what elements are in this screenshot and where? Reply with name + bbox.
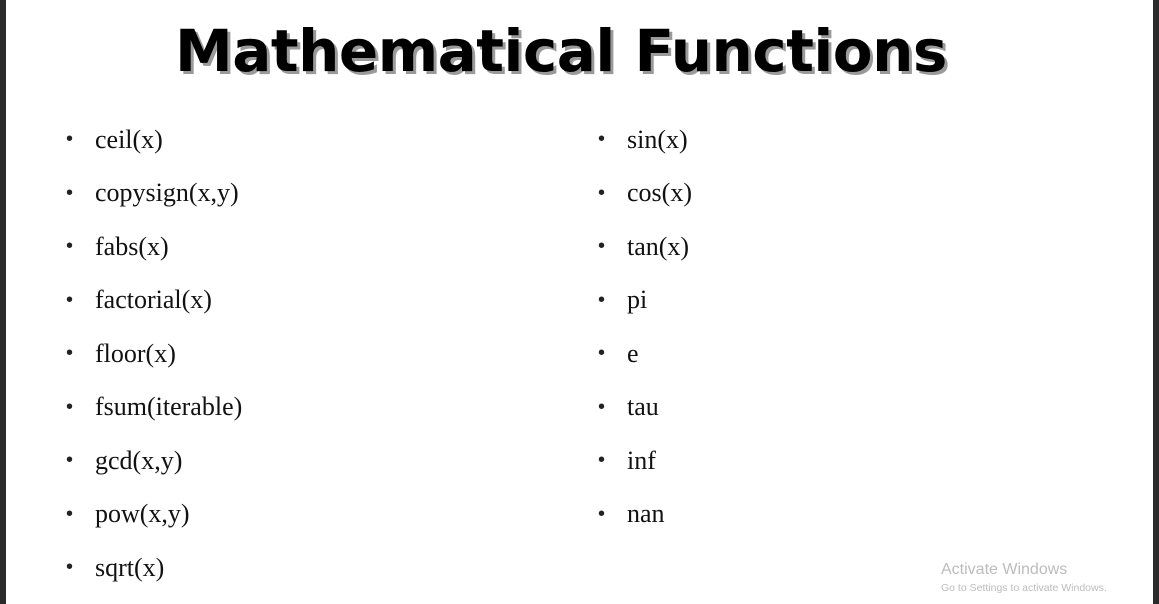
function-name: cos(x) (627, 178, 692, 208)
watermark-subtitle: Go to Settings to activate Windows. (941, 582, 1107, 594)
bullet-icon: • (598, 128, 606, 151)
list-item: • pi (592, 274, 692, 328)
function-name: floor(x) (95, 338, 176, 368)
bullet-icon: • (598, 342, 606, 365)
list-item: • fabs(x) (60, 220, 242, 274)
bullet-icon: • (598, 235, 606, 258)
bullet-icon: • (598, 449, 606, 472)
function-name: gcd(x,y) (95, 445, 183, 475)
left-bullet-list: • ceil(x) • copysign(x,y) • fabs(x) • factorial… (60, 113, 242, 595)
right-bullet-list: • sin(x) • cos(x) • tan(x) • pi • e • tau • inf • nan (592, 113, 692, 541)
function-name: sin(x) (627, 124, 688, 154)
bullet-icon: • (66, 288, 74, 311)
bullet-icon: • (66, 181, 74, 204)
list-item: • ceil(x) (60, 113, 242, 167)
presentation-slide: Mathematical Functions • ceil(x) • copysign… (6, 0, 1153, 604)
activate-windows-watermark: Activate Windows Go to Settings to activ… (941, 559, 1107, 595)
list-item: • copysign(x,y) (60, 167, 242, 221)
bullet-icon: • (66, 342, 74, 365)
list-item: • gcd(x,y) (60, 434, 242, 488)
bullet-icon: • (66, 235, 74, 258)
function-name: tan(x) (627, 231, 690, 261)
bullet-icon: • (598, 181, 606, 204)
bullet-icon: • (598, 395, 606, 418)
function-name: copysign(x,y) (95, 178, 239, 208)
bullet-icon: • (66, 449, 74, 472)
bullet-icon: • (66, 502, 74, 525)
function-name: nan (627, 499, 665, 529)
slide-title: Mathematical Functions (175, 17, 947, 85)
list-item: • factorial(x) (60, 274, 242, 328)
function-name: pi (627, 285, 648, 315)
bullet-icon: • (66, 395, 74, 418)
list-item: • tan(x) (592, 220, 692, 274)
watermark-title: Activate Windows (941, 561, 1068, 578)
list-item: • cos(x) (592, 167, 692, 221)
list-item: • tau (592, 381, 692, 435)
list-item: • sqrt(x) (60, 541, 242, 595)
function-name: ceil(x) (95, 124, 163, 154)
function-name: tau (627, 392, 659, 422)
bullet-icon: • (66, 128, 74, 151)
function-name: fsum(iterable) (95, 392, 243, 422)
bullet-icon: • (598, 502, 606, 525)
list-item: • fsum(iterable) (60, 381, 242, 435)
function-name: pow(x,y) (95, 499, 190, 529)
function-name: sqrt(x) (95, 552, 165, 582)
list-item: • inf (592, 434, 692, 488)
function-name: fabs(x) (95, 231, 169, 261)
screen-frame: Mathematical Functions • ceil(x) • copysign… (0, 0, 1159, 604)
list-item: • sin(x) (592, 113, 692, 167)
list-item: • pow(x,y) (60, 488, 242, 542)
list-item: • floor(x) (60, 327, 242, 381)
bullet-icon: • (598, 288, 606, 311)
function-name: e (627, 338, 639, 368)
list-item: • nan (592, 488, 692, 542)
function-name: factorial(x) (95, 285, 212, 315)
list-item: • e (592, 327, 692, 381)
function-name: inf (627, 445, 656, 475)
bullet-icon: • (66, 556, 74, 579)
